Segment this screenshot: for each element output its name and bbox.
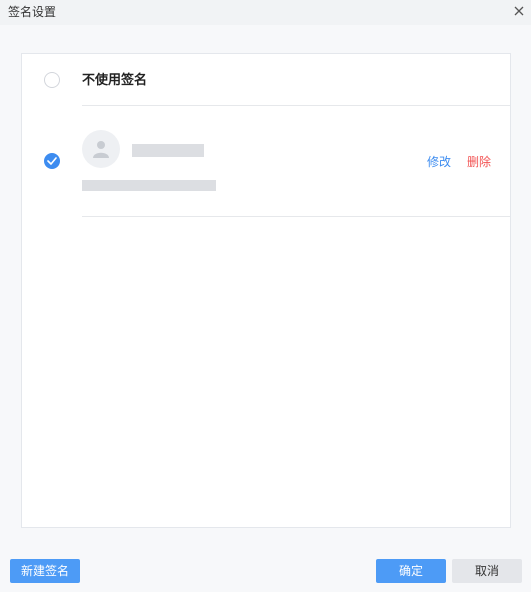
edit-signature-button[interactable]: 修改 [427, 154, 451, 170]
close-icon[interactable] [511, 3, 527, 19]
avatar [82, 130, 120, 168]
divider [82, 216, 510, 217]
new-signature-button[interactable]: 新建签名 [10, 559, 80, 583]
redacted-signature-detail [82, 180, 216, 191]
divider [82, 105, 510, 106]
radio-no-signature[interactable] [44, 72, 60, 88]
confirm-button[interactable]: 确定 [376, 559, 446, 583]
user-icon [93, 141, 109, 158]
signature-list-panel: 不使用签名 修改 删除 [21, 53, 511, 528]
dialog-titlebar: 签名设置 [0, 0, 531, 25]
cancel-button[interactable]: 取消 [452, 559, 522, 583]
redacted-signature-name [132, 144, 204, 157]
delete-signature-button[interactable]: 删除 [467, 154, 491, 170]
radio-signature-1[interactable] [44, 153, 60, 169]
dialog-title: 签名设置 [8, 5, 57, 19]
check-icon [47, 157, 57, 165]
option-no-signature-label: 不使用签名 [82, 73, 148, 88]
